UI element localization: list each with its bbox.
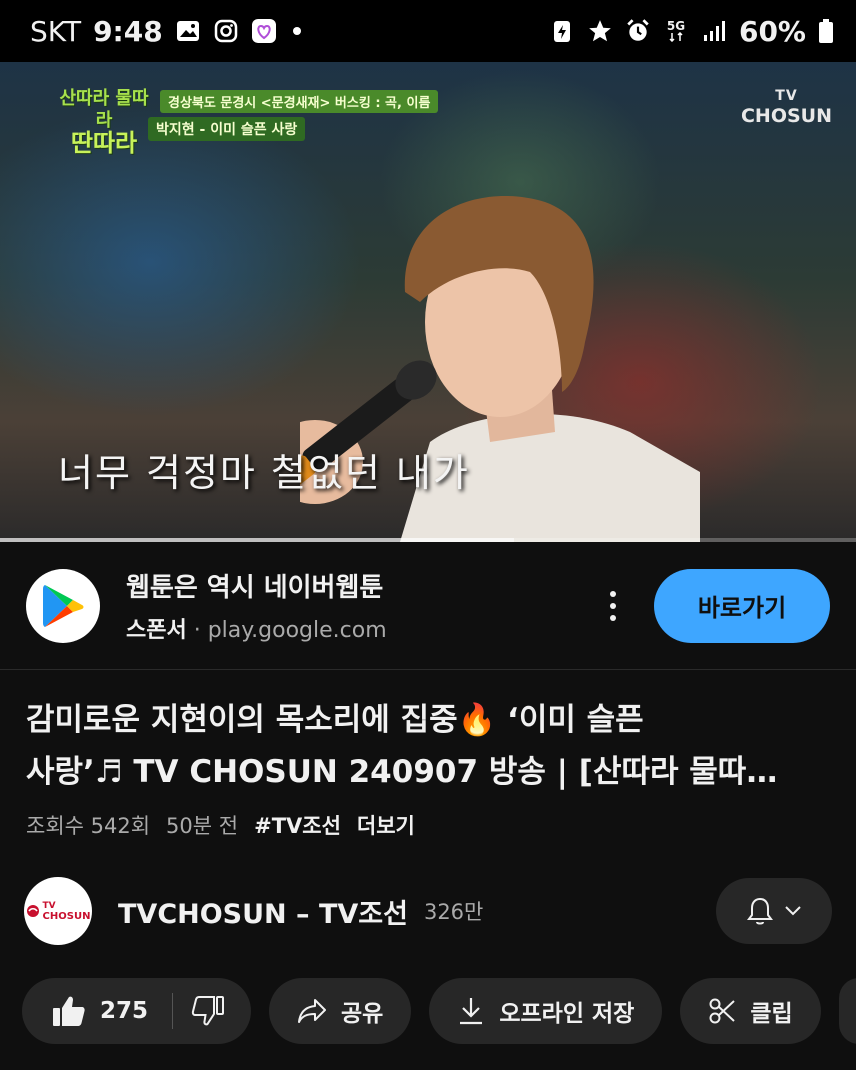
ad-title: 웹툰은 역시 네이버웹툰 [126,573,384,603]
show-logo-line2: 딴따라 [70,129,138,157]
battery-saver-icon [549,18,575,44]
battery-percent: 60% [738,14,806,48]
watermark-top: TV [775,88,798,104]
channel-avatar-line1: TV [42,900,56,911]
sponsor-label: 스폰서 [126,618,187,643]
video-meta[interactable]: 조회수 542회 50분 전 #TV조선 더보기 [26,810,415,840]
status-bar: SKT 9:48 5G 60% [0,0,856,62]
star-icon [587,18,613,44]
like-icon[interactable] [52,995,86,1027]
subscriber-count: 326만 [423,900,484,924]
like-count[interactable]: 275 [100,998,148,1024]
bell-icon [747,897,773,925]
ad-sponsor-line: 스폰서 · play.google.com [126,612,387,644]
ad-domain: play.google.com [207,618,387,643]
song-caption: 박지현 - 이미 슬픈 사랑 [148,117,306,141]
clip-button[interactable]: 클립 [680,978,821,1044]
alarm-icon [625,18,651,44]
notification-bell-button[interactable] [716,878,832,944]
view-count: 조회수 542회 [26,814,151,838]
location-caption: 경상북도 문경시 <문경새재> 버스킹 : 곡, 이름 [160,90,439,113]
battery-icon [818,18,834,44]
channel-row: TV CHOSUN TVCHOSUN – TV조선 326만 [24,876,832,946]
download-icon [460,998,483,1025]
more-button[interactable]: 더보기 [357,810,415,840]
share-icon [298,999,327,1023]
ad-banner[interactable]: 웹툰은 역시 네이버웹툰 스폰서 · play.google.com 바로가기 [0,542,856,670]
clip-label: 클립 [750,1001,793,1027]
channel-name[interactable]: TVCHOSUN – TV조선 [118,892,408,931]
carrier-label: SKT [30,14,82,48]
share-button[interactable]: 공유 [269,978,412,1044]
video-title-line2: 사랑’♬ TV CHOSUN 240907 방송 | [산따라 물따… [26,754,778,790]
chevron-down-icon [785,906,801,916]
upload-age: 50분 전 [166,814,239,838]
instagram-icon [213,18,239,44]
show-logo-line1: 산따라 물따라 [59,88,149,131]
scissors-icon [709,998,735,1024]
video-title[interactable]: 감미로운 지현이의 목소리에 집중🔥 ‘이미 슬픈 사랑’♬ TV CHOSUN… [26,694,826,798]
gallery-icon [175,18,201,44]
sponsor-separator: · [186,618,208,643]
channel-avatar-line2: CHOSUN [42,910,91,922]
watermark-bottom: CHOSUN [740,105,832,127]
video-title-line1: 감미로운 지현이의 목소리에 집중🔥 ‘이미 슬픈 [26,702,644,738]
channel-avatar[interactable]: TV CHOSUN [24,877,92,945]
google-play-icon [26,568,100,643]
messenger-app-icon [251,18,277,44]
share-label: 공유 [341,1001,384,1027]
clock: 9:48 [93,14,163,48]
dislike-icon[interactable] [191,995,225,1027]
broadcaster-watermark: TV CHOSUN [741,86,832,126]
like-dislike-chip: 275 [22,978,252,1044]
more-actions-chip[interactable] [838,978,856,1044]
chosun-logo-icon [26,905,39,917]
network-5g-icon: 5G [663,18,689,44]
network-label: 5G [666,19,686,33]
caption-box: 경상북도 문경시 <문경새재> 버스킹 : 곡, 이름 박지현 - 이미 슬픈 … [148,90,439,141]
notification-dot [292,27,301,35]
download-label: 오프라인 저장 [499,1001,635,1027]
ad-visit-button[interactable]: 바로가기 [654,568,830,643]
video-subtitle: 너무 걱정마 철없던 내가 [58,451,470,495]
show-logo: 산따라 물따라 딴따라 [58,88,150,158]
video-player[interactable]: 산따라 물따라 딴따라 경상북도 문경시 <문경새재> 버스킹 : 곡, 이름 … [0,62,856,542]
action-bar: 275 공유 오프라인 저장 클립 [22,978,856,1044]
hashtag-link[interactable]: #TV조선 [254,810,341,840]
ad-more-menu-icon[interactable] [598,576,628,636]
like-divider [172,993,174,1029]
signal-icon [701,18,727,44]
download-button[interactable]: 오프라인 저장 [429,978,663,1044]
